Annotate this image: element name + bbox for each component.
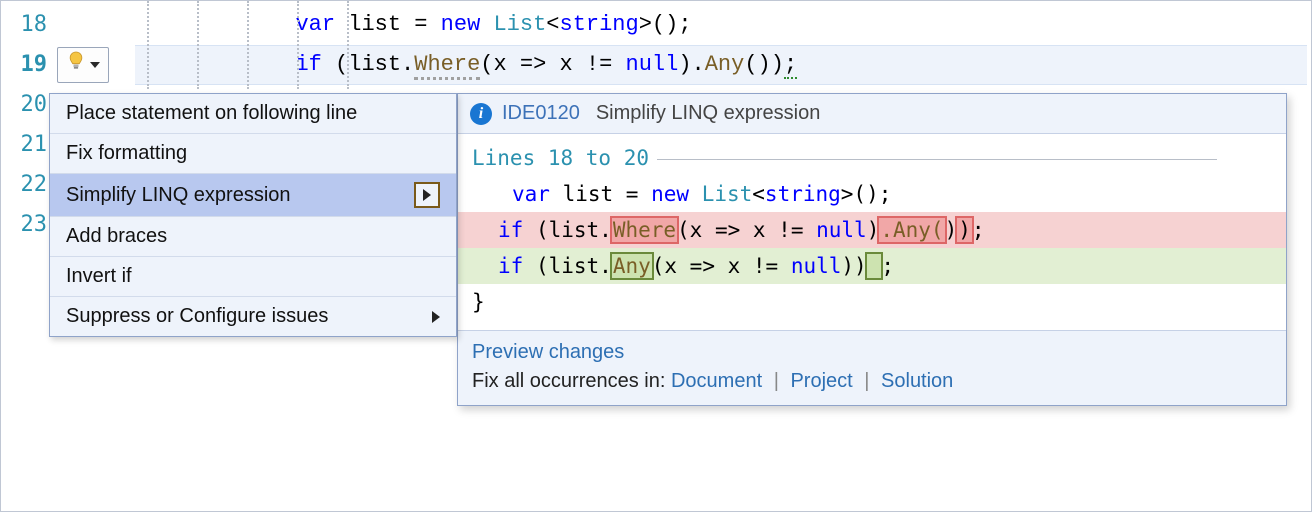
code-line-18[interactable]: var list = new List<string>(); bbox=[57, 5, 1311, 45]
qa-item-invert-if[interactable]: Invert if bbox=[50, 257, 456, 297]
line-number: 18 bbox=[1, 5, 57, 45]
qa-item-label: Simplify LINQ expression bbox=[66, 184, 291, 207]
diff-removed-line: if (list.Where(x => x != null).Any()); bbox=[458, 212, 1286, 248]
qa-item-place-statement[interactable]: Place statement on following line bbox=[50, 94, 456, 134]
line-number: 19 bbox=[1, 45, 57, 85]
diff-context-line: var list = new List<string>(); bbox=[472, 176, 1272, 212]
qa-item-label: Fix formatting bbox=[66, 142, 187, 165]
preview-header: i IDE0120 Simplify LINQ expression bbox=[458, 94, 1286, 134]
submenu-arrow-icon bbox=[432, 311, 440, 323]
diff-range-title: Lines 18 to 20 bbox=[472, 140, 1272, 176]
fix-all-label: Fix all occurrences in: bbox=[472, 370, 665, 392]
separator: | bbox=[768, 370, 785, 392]
indent-guide bbox=[347, 1, 349, 89]
qa-item-fix-formatting[interactable]: Fix formatting bbox=[50, 134, 456, 174]
info-icon: i bbox=[470, 103, 492, 125]
chevron-down-icon bbox=[90, 62, 100, 68]
quick-actions-menu: Place statement on following line Fix fo… bbox=[49, 93, 457, 337]
fix-project-link[interactable]: Project bbox=[790, 370, 852, 392]
qa-item-add-braces[interactable]: Add braces bbox=[50, 217, 456, 257]
submenu-arrow-icon bbox=[414, 182, 440, 208]
preview-footer: Preview changes Fix all occurrences in: … bbox=[458, 330, 1286, 405]
qa-item-label: Suppress or Configure issues bbox=[66, 305, 328, 328]
indent-guide bbox=[247, 1, 249, 89]
preview-flyout: i IDE0120 Simplify LINQ expression Lines… bbox=[457, 93, 1287, 406]
fix-solution-link[interactable]: Solution bbox=[881, 370, 953, 392]
qa-item-suppress-configure[interactable]: Suppress or Configure issues bbox=[50, 297, 456, 336]
indent-guide bbox=[297, 1, 299, 89]
quick-actions-button[interactable] bbox=[57, 47, 109, 83]
lightbulb-icon bbox=[66, 50, 86, 80]
qa-item-label: Place statement on following line bbox=[66, 102, 357, 125]
rule-id[interactable]: IDE0120 bbox=[502, 102, 580, 125]
diff-added-line: if (list.Any(x => x != null)) ; bbox=[458, 248, 1286, 284]
diff-context-line: } bbox=[472, 290, 485, 314]
qa-item-label: Invert if bbox=[66, 265, 132, 288]
diff-preview: Lines 18 to 20 var list = new List<strin… bbox=[458, 134, 1286, 330]
qa-item-label: Add braces bbox=[66, 225, 167, 248]
preview-changes-link[interactable]: Preview changes bbox=[472, 341, 624, 363]
indent-guide bbox=[147, 1, 149, 89]
indent-guide bbox=[197, 1, 199, 89]
rule-description: Simplify LINQ expression bbox=[596, 102, 821, 125]
code-line-19[interactable]: if (list.Where(x => x != null).Any()); bbox=[57, 45, 1311, 85]
separator: | bbox=[858, 370, 875, 392]
fix-document-link[interactable]: Document bbox=[671, 370, 762, 392]
qa-item-simplify-linq[interactable]: Simplify LINQ expression bbox=[50, 174, 456, 217]
